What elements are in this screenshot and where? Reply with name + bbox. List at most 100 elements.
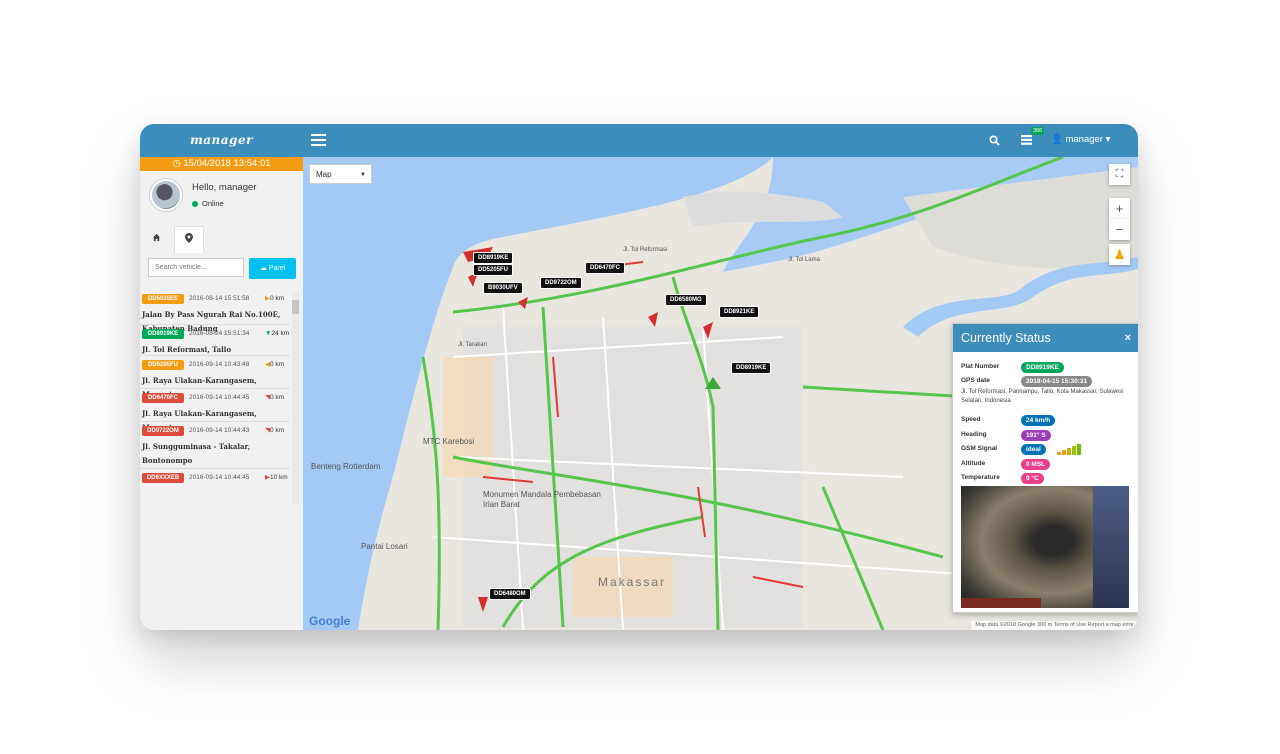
vehicle-map-tag[interactable]: DD9722OM — [540, 277, 582, 289]
parel-button[interactable]: ☁ Parel — [249, 258, 296, 279]
vehicle-address: Jl. Tol Reformasi, Tallo — [142, 345, 232, 354]
map-label: Jl. Tol Lama — [788, 257, 820, 263]
label-gsm-signal: GSM Signal — [961, 445, 998, 452]
tab-home[interactable] — [142, 226, 170, 252]
list-item[interactable]: DD6470FC 2016-09-14 10:44:45 ◥0 km Jl. R… — [140, 389, 290, 432]
sidebar: manager ◷ 15/04/2018 13:54:01 Hello, man… — [140, 124, 304, 630]
label-speed: Speed — [961, 416, 981, 423]
vehicle-date: 2016-08-14 15:51:58 — [189, 295, 250, 302]
map-attribution[interactable]: Map data ©2018 Google 300 m Terms of Use… — [971, 621, 1138, 630]
map-type-value: Map — [316, 170, 332, 179]
map-type-select[interactable]: Map ▼ — [309, 164, 372, 184]
sidebar-tabs — [140, 226, 303, 253]
list-item[interactable]: DD5025EE 2016-08-14 15:51:58 ▶0 km Jalan… — [140, 290, 290, 333]
speed-value: 24 km/h — [1021, 415, 1056, 426]
vehicle-map-tag[interactable]: DD6480OM — [489, 588, 531, 600]
vehicle-speed: ◀0 km — [265, 361, 285, 368]
list-item[interactable]: DD9722OM 2016-09-14 10:44:43 ◥0 km Jl. S… — [140, 422, 290, 469]
plate-badge: DD5205FU — [142, 360, 184, 370]
status-panel-title: Currently Status — [961, 331, 1051, 345]
status-address: Jl. Tol Reformasi, Pannampu, Tallo, Kota… — [961, 389, 1124, 404]
notification-badge: 386 — [1031, 127, 1045, 135]
google-logo: Google — [309, 614, 351, 628]
plate-badge: DD9722OM — [142, 426, 184, 436]
vehicle-map-tag[interactable]: DD8921KE — [719, 306, 760, 318]
vehicle-address: Jl. Sungguminasa - Takalar, Bontonompo — [142, 442, 251, 465]
tab-location[interactable] — [174, 226, 204, 253]
vehicle-date: 2016-09-14 10:44:45 — [189, 474, 250, 481]
plus-icon: + — [1115, 201, 1124, 216]
vehicle-map-tag[interactable]: DD6580MG — [665, 294, 707, 306]
vehicle-map-tag[interactable]: DD6470FC — [585, 262, 626, 274]
fullscreen-button[interactable]: ⛶ — [1109, 164, 1130, 185]
status-panel-header: Currently Status × — [953, 324, 1138, 352]
top-header: 386 👤 manager ▾ — [303, 124, 1138, 157]
altitude-value: 0 MSL — [1021, 459, 1051, 470]
avatar — [150, 179, 182, 211]
clock-icon: ◷ — [172, 158, 184, 169]
map-label: MTC Karebosi — [423, 437, 475, 446]
online-dot-icon — [192, 201, 198, 208]
label-temperature: Temperature — [961, 474, 1000, 481]
plat-number-value: DD8919KE — [1021, 362, 1064, 373]
gps-date-value: 2018-04-15 15:30:31 — [1021, 376, 1093, 387]
map-canvas[interactable]: Map ▼ ⛶ + − ♟ MTC Karebosi Benteng Rotter… — [303, 157, 1138, 630]
street-view-pegman[interactable]: ♟ — [1109, 244, 1130, 265]
map-label: Benteng Rotterdam — [311, 462, 381, 471]
plate-badge: DD6470FC — [142, 393, 184, 403]
vehicle-map-tag[interactable]: B9030UFV — [483, 282, 523, 294]
list-item[interactable]: DD8919KE 2016-08-24 15:51:34 ▼24 km Jl. … — [140, 325, 290, 356]
list-item[interactable]: DD5205FU 2016-09-14 10:43:48 ◀0 km Jl. R… — [140, 356, 290, 399]
vehicle-list[interactable]: DD5025EE 2016-08-14 15:51:58 ▶0 km Jalan… — [140, 290, 290, 506]
heading-value: 191° S — [1021, 430, 1051, 441]
parel-button-label: Parel — [268, 265, 286, 272]
greeting: Hello, manager — [192, 182, 257, 193]
search-icon[interactable] — [989, 135, 1000, 146]
vehicle-map-tag[interactable]: DD8919KE — [731, 362, 772, 374]
hamburger-menu-icon[interactable] — [311, 134, 326, 146]
map-label: Pantai Losari — [361, 542, 408, 551]
vehicle-speed: ◥0 km — [265, 394, 285, 401]
plate-badge: DD8919KE — [142, 329, 184, 339]
caret-down-icon: ▾ — [1102, 134, 1111, 145]
online-status: Online — [192, 199, 224, 208]
fullscreen-icon: ⛶ — [1115, 168, 1124, 180]
scrollbar-thumb[interactable] — [292, 300, 299, 314]
zoom-in-button[interactable]: + — [1109, 198, 1130, 219]
currently-status-panel: Currently Status × Plat Number DD8919KE … — [952, 323, 1138, 613]
map-label: Monumen Mandala Pembebasan Irian Barat — [483, 490, 601, 509]
vehicle-speed: ▼24 km — [265, 330, 290, 337]
vehicle-search-row: ☁ Parel — [148, 258, 298, 279]
cloud-icon: ☁ — [259, 265, 269, 272]
vehicle-map-tag[interactable]: DD5205FU — [473, 264, 514, 276]
vehicle-speed: ▶10 km — [265, 474, 288, 481]
minus-icon: − — [1115, 222, 1124, 237]
vehicle-speed: ◥0 km — [265, 427, 285, 434]
user-menu[interactable]: 👤 manager ▾ — [1051, 134, 1110, 145]
user-menu-label: manager — [1065, 134, 1103, 145]
brand-logo[interactable]: manager — [140, 124, 303, 157]
label-plat-number: Plat Number — [961, 363, 1000, 370]
list-icon[interactable] — [1021, 135, 1032, 145]
vehicle-date: 2016-09-14 10:43:48 — [189, 361, 250, 368]
app-window: manager ◷ 15/04/2018 13:54:01 Hello, man… — [140, 124, 1138, 630]
home-icon — [152, 233, 160, 242]
plate-badge: DD5025EE — [142, 294, 184, 304]
vehicle-date: 2016-09-14 10:44:43 — [189, 427, 250, 434]
map-marker-icon — [185, 233, 193, 243]
online-label: Online — [202, 199, 224, 208]
user-icon: 👤 — [1051, 134, 1066, 145]
vehicle-date: 2016-08-24 15:51:34 — [189, 330, 250, 337]
caret-down-icon: ▼ — [360, 172, 366, 178]
zoom-out-button[interactable]: − — [1109, 219, 1130, 240]
label-altitude: Altitude — [961, 460, 986, 467]
map-label: Jl. Tol Reformasi — [623, 247, 668, 253]
vehicle-map-tag[interactable]: DD8919KE — [473, 252, 514, 264]
map-label: Jl. Tarakan — [458, 342, 487, 348]
list-item[interactable]: DD9XXXEB 2016-09-14 10:44:45 ▶10 km — [140, 469, 290, 503]
user-panel: Hello, manager Online — [140, 171, 303, 226]
vehicle-search-input[interactable] — [148, 258, 244, 277]
gsm-signal-value: ideal — [1021, 444, 1046, 455]
vehicle-list-scrollbar[interactable] — [292, 292, 299, 504]
close-icon[interactable]: × — [1125, 324, 1131, 352]
